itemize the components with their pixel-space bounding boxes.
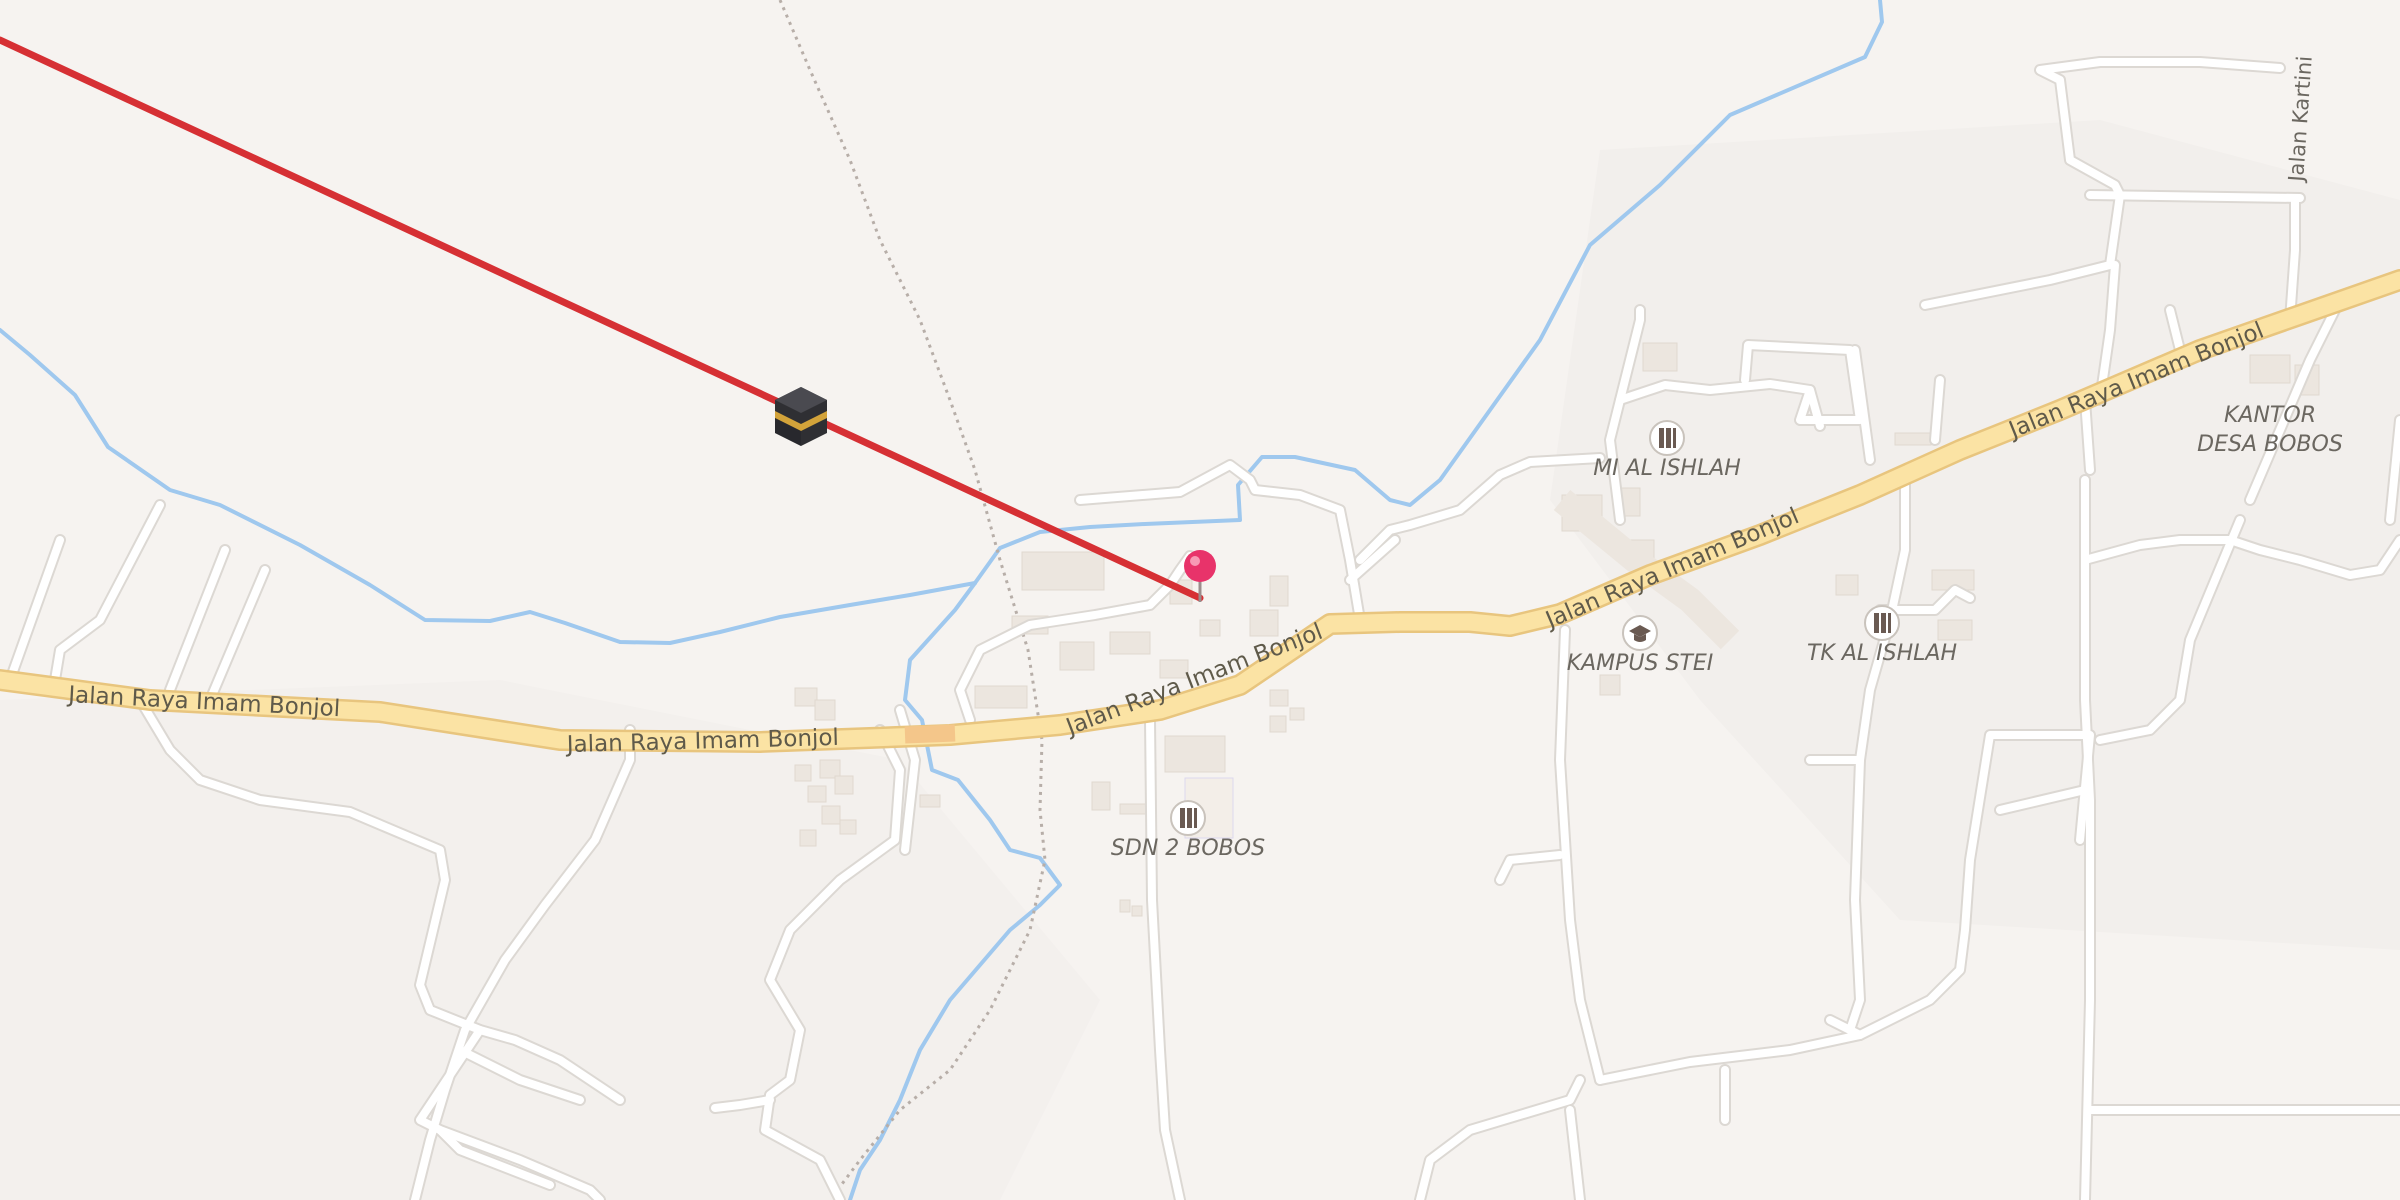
graduation-cap-icon <box>1622 615 1658 651</box>
poi-label: TK AL ISHLAH <box>1807 641 1957 666</box>
school-icon <box>1170 800 1206 836</box>
poi-label-line1: KANTOR <box>2224 403 2316 428</box>
poi-label: KAMPUS STEI <box>1567 651 1714 676</box>
road-segment-highlight <box>904 724 956 744</box>
poi-label-line2: DESA BOBOS <box>2197 432 2343 457</box>
school-icon <box>1864 605 1900 641</box>
poi-label: SDN 2 BOBOS <box>1111 836 1265 861</box>
map-canvas[interactable]: Jalan Raya Imam Bonjol Jalan Raya Imam B… <box>0 0 2400 1200</box>
school-icon <box>1649 420 1685 456</box>
poi-label: MI AL ISHLAH <box>1593 456 1741 481</box>
